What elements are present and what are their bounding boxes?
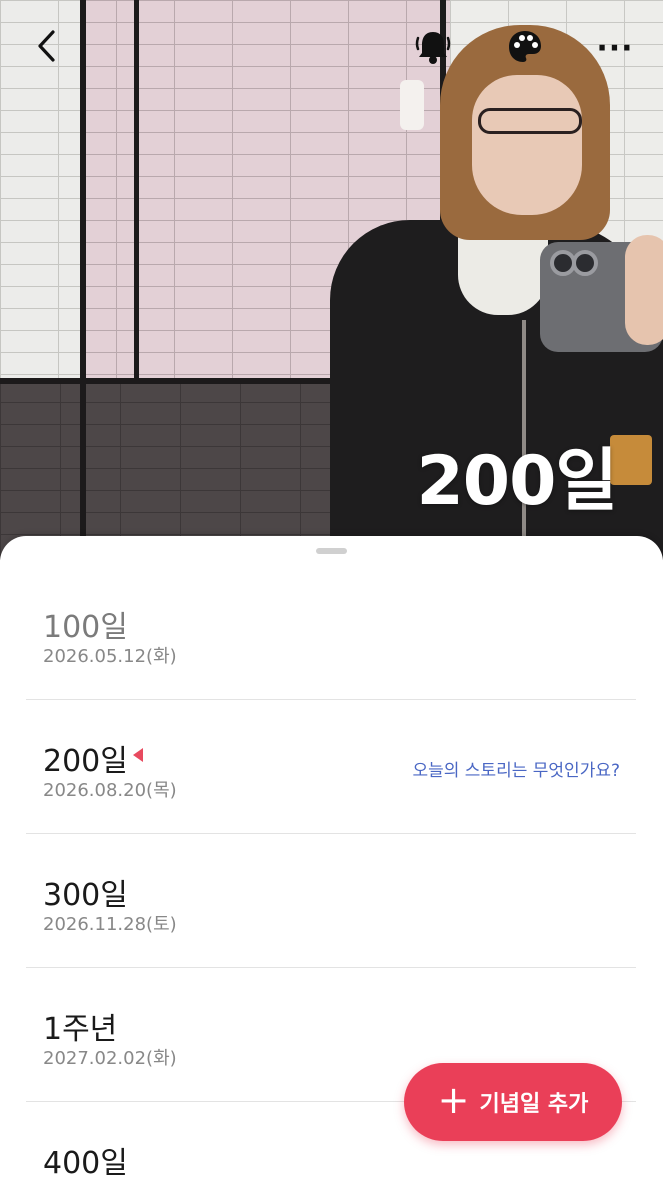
anniversary-title: 400일 bbox=[43, 1146, 128, 1181]
glasses bbox=[478, 108, 582, 134]
anniversary-title: 200일 bbox=[43, 744, 128, 779]
shirt bbox=[458, 235, 548, 315]
face bbox=[472, 75, 582, 215]
anniversary-date: 2026.11.28(토) bbox=[43, 914, 177, 935]
notification-button[interactable] bbox=[408, 24, 458, 74]
anniversary-date: 2026.08.20(목) bbox=[43, 780, 177, 801]
chevron-left-icon bbox=[35, 29, 57, 67]
phone-camera bbox=[572, 250, 598, 276]
list-item[interactable]: 100일 2026.05.12(화) bbox=[26, 566, 636, 700]
today-marker-icon bbox=[133, 748, 143, 762]
anniversary-title: 300일 bbox=[43, 878, 128, 913]
theme-button[interactable] bbox=[500, 24, 550, 74]
day-counter: 200일 bbox=[416, 442, 618, 521]
list-item[interactable]: 200일 2026.08.20(목) 오늘의 스토리는 무엇인가요? bbox=[26, 700, 636, 834]
add-anniversary-label: 기념일 추가 bbox=[479, 1092, 589, 1117]
story-prompt-link[interactable]: 오늘의 스토리는 무엇인가요? bbox=[412, 756, 620, 781]
anniversary-date: 2026.05.12(화) bbox=[43, 646, 177, 667]
list-item[interactable]: 300일 2026.11.28(토) bbox=[26, 834, 636, 968]
add-anniversary-button[interactable]: + 기념일 추가 bbox=[404, 1063, 622, 1141]
back-button[interactable] bbox=[22, 24, 70, 72]
palette-icon bbox=[505, 27, 545, 71]
anniversary-title: 100일 bbox=[43, 610, 128, 645]
anniversary-title: 1주년 bbox=[43, 1012, 118, 1047]
more-button[interactable]: ··· bbox=[590, 24, 640, 74]
anniversary-date: 2027.02.02(화) bbox=[43, 1048, 177, 1069]
sheet-drag-handle[interactable] bbox=[316, 548, 347, 554]
plus-icon: + bbox=[437, 1078, 470, 1122]
bell-icon bbox=[412, 26, 454, 72]
hand bbox=[625, 235, 663, 345]
more-horizontal-icon: ··· bbox=[596, 31, 634, 66]
top-bar: ··· bbox=[0, 0, 663, 95]
